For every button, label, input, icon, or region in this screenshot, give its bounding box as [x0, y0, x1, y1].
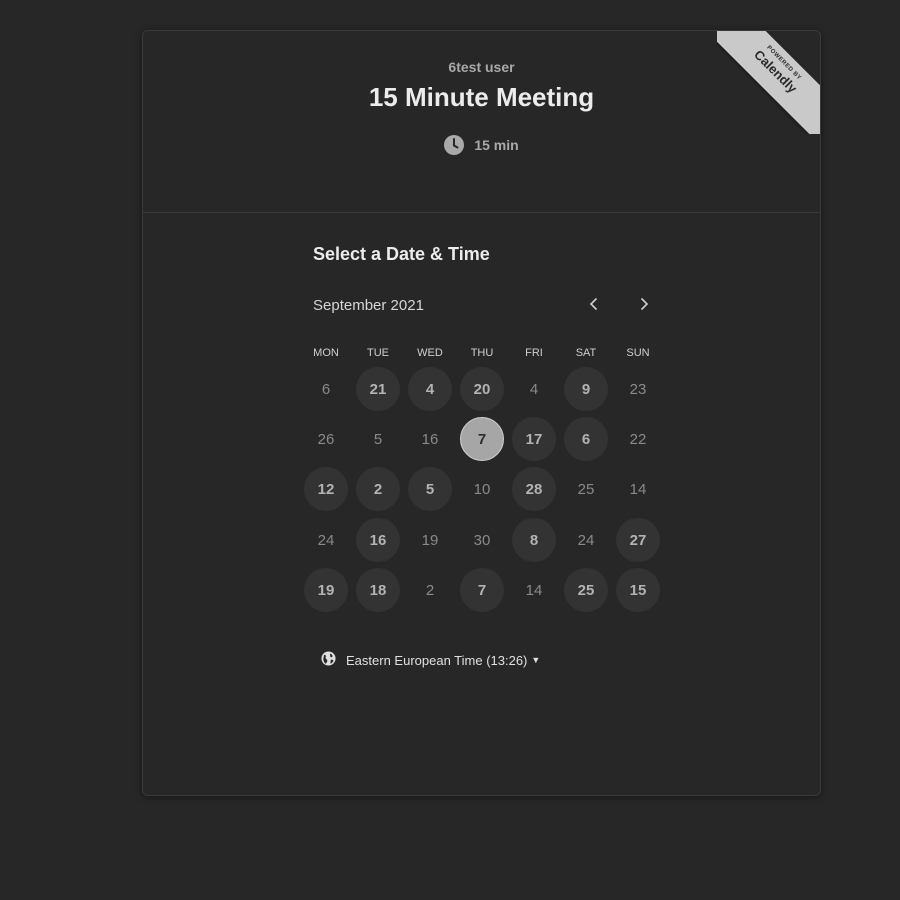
- weekday-wed: WED: [417, 347, 443, 359]
- powered-by-ribbon[interactable]: POWERED BY Calendly: [717, 31, 820, 134]
- chevron-right-icon: [639, 297, 649, 316]
- caret-down-icon: ▼: [531, 655, 541, 665]
- chevron-left-icon: [589, 297, 599, 316]
- previous-month-button[interactable]: [579, 291, 609, 321]
- available-date-button[interactable]: 8: [512, 518, 556, 562]
- calendar-day: 14: [629, 480, 647, 498]
- calendar-day: 22: [629, 430, 647, 448]
- available-date-button[interactable]: 6: [564, 417, 608, 461]
- calendar-day: 24: [317, 531, 335, 549]
- calendar-day: 25: [577, 480, 595, 498]
- available-date-button[interactable]: 2: [356, 467, 400, 511]
- available-date-button[interactable]: 12: [304, 467, 348, 511]
- weekday-thu: THU: [470, 347, 494, 359]
- weekday-tue: TUE: [367, 347, 389, 359]
- calendar-day: 2: [425, 581, 435, 599]
- event-duration: 15 min: [143, 135, 820, 155]
- timezone-label: Eastern European Time (13:26): [346, 652, 528, 668]
- available-date-button[interactable]: 7: [460, 568, 504, 612]
- calendar-day: 4: [529, 380, 539, 398]
- available-date-button[interactable]: 20: [460, 367, 504, 411]
- calendar-day: 16: [421, 430, 439, 448]
- available-date-button[interactable]: 9: [564, 367, 608, 411]
- available-date-button[interactable]: 28: [512, 467, 556, 511]
- calendar-day: 26: [317, 430, 335, 448]
- available-date-button[interactable]: 18: [356, 568, 400, 612]
- weekday-header: MON TUE WED THU FRI SAT SUN: [304, 347, 670, 361]
- globe-icon: [321, 651, 336, 669]
- month-navigation: September 2021: [313, 297, 663, 317]
- available-date-button[interactable]: 15: [616, 568, 660, 612]
- booking-card: 6test user 15 Minute Meeting 15 min POWE…: [142, 30, 821, 796]
- weekday-sat: SAT: [575, 347, 597, 359]
- timezone-selector[interactable]: Eastern European Time (13:26) ▼: [321, 651, 540, 669]
- available-date-button[interactable]: 4: [408, 367, 452, 411]
- available-date-button[interactable]: 5: [408, 467, 452, 511]
- section-title: Select a Date & Time: [313, 244, 490, 264]
- calendar-day: 24: [577, 531, 595, 549]
- calendar-day: 5: [373, 430, 383, 448]
- calendar-day: 23: [629, 380, 647, 398]
- weekday-mon: MON: [313, 347, 339, 359]
- next-month-button[interactable]: [629, 291, 659, 321]
- month-label: September 2021: [313, 297, 424, 314]
- calendar-day: 14: [525, 581, 543, 599]
- calendar-day: 6: [321, 380, 331, 398]
- available-date-button[interactable]: 17: [512, 417, 556, 461]
- weekday-sun: SUN: [626, 347, 650, 359]
- clock-icon: [444, 135, 465, 155]
- calendar-day: 19: [421, 531, 439, 549]
- available-date-button[interactable]: 19: [304, 568, 348, 612]
- calendar-day: 10: [473, 480, 491, 498]
- available-date-button[interactable]: 21: [356, 367, 400, 411]
- weekday-fri: FRI: [525, 347, 543, 359]
- calendar-day: 30: [473, 531, 491, 549]
- duration-label: 15 min: [474, 137, 519, 153]
- available-date-button[interactable]: 16: [356, 518, 400, 562]
- selected-date-button[interactable]: 7: [460, 417, 504, 461]
- available-date-button[interactable]: 25: [564, 568, 608, 612]
- available-date-button[interactable]: 27: [616, 518, 660, 562]
